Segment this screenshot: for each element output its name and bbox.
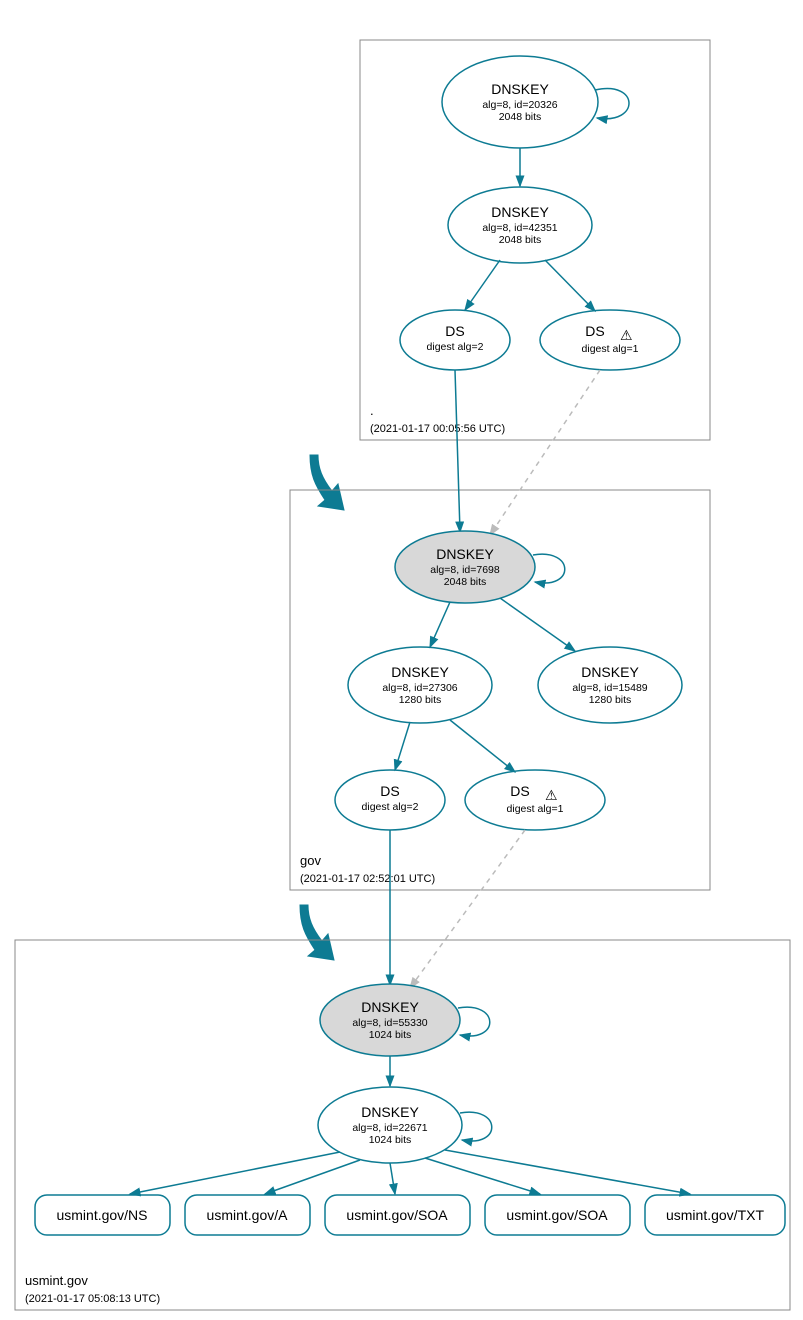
zone-ts-usmint: (2021-01-17 05:08:13 UTC) bbox=[25, 1293, 160, 1305]
edge-rootzsk-ds1 bbox=[545, 260, 595, 311]
zone-ts-root: (2021-01-17 00:05:56 UTC) bbox=[370, 423, 505, 435]
svg-text:alg=8, id=55330: alg=8, id=55330 bbox=[352, 1017, 427, 1029]
svg-text:alg=8, id=7698: alg=8, id=7698 bbox=[430, 564, 500, 576]
record-txt: usmint.gov/TXT bbox=[645, 1195, 785, 1235]
record-soa2: usmint.gov/SOA bbox=[485, 1195, 630, 1235]
svg-text:alg=8, id=22671: alg=8, id=22671 bbox=[352, 1122, 427, 1134]
svg-text:digest alg=2: digest alg=2 bbox=[427, 341, 484, 353]
edge-ds2-govksk bbox=[455, 370, 460, 532]
svg-text:digest alg=1: digest alg=1 bbox=[582, 343, 639, 355]
svg-text:digest alg=2: digest alg=2 bbox=[362, 801, 419, 813]
record-ns: usmint.gov/NS bbox=[35, 1195, 170, 1235]
svg-text:DNSKEY: DNSKEY bbox=[391, 664, 449, 680]
edge-uszsk-txt bbox=[445, 1150, 690, 1194]
node-gov-zsk1: DNSKEY alg=8, id=27306 1280 bits bbox=[348, 647, 492, 723]
edge-uszsk-ns bbox=[130, 1152, 340, 1194]
svg-text:usmint.gov/SOA: usmint.gov/SOA bbox=[346, 1207, 448, 1223]
dnssec-diagram: . (2021-01-17 00:05:56 UTC) DNSKEY alg=8… bbox=[0, 0, 803, 1320]
svg-text:alg=8, id=20326: alg=8, id=20326 bbox=[482, 99, 557, 111]
svg-text:DS: DS bbox=[585, 323, 604, 339]
edge-govzsk1-ds2 bbox=[395, 722, 410, 770]
svg-text:DNSKEY: DNSKEY bbox=[436, 546, 494, 562]
edge-govzsk1-ds1 bbox=[450, 720, 515, 772]
self-loop-root-ksk bbox=[595, 89, 629, 119]
node-root-ds2: DS digest alg=2 bbox=[400, 310, 510, 370]
svg-text:DNSKEY: DNSKEY bbox=[491, 81, 549, 97]
node-root-zsk: DNSKEY alg=8, id=42351 2048 bits bbox=[448, 187, 592, 263]
node-root-ds1: DS ⚠ digest alg=1 bbox=[540, 310, 680, 370]
zone-name-gov: gov bbox=[300, 853, 321, 868]
svg-text:DNSKEY: DNSKEY bbox=[581, 664, 639, 680]
self-loop-gov-ksk bbox=[533, 554, 565, 583]
svg-text:2048 bits: 2048 bits bbox=[499, 111, 542, 123]
svg-text:1280 bits: 1280 bits bbox=[399, 694, 442, 706]
svg-text:alg=8, id=42351: alg=8, id=42351 bbox=[482, 222, 557, 234]
zone-name-root: . bbox=[370, 403, 374, 418]
edge-uszsk-soa1 bbox=[390, 1163, 395, 1194]
svg-text:usmint.gov/NS: usmint.gov/NS bbox=[56, 1207, 147, 1223]
svg-text:DNSKEY: DNSKEY bbox=[361, 999, 419, 1015]
edge-govds1-usksk bbox=[410, 830, 525, 988]
svg-text:DNSKEY: DNSKEY bbox=[491, 204, 549, 220]
zone-name-usmint: usmint.gov bbox=[25, 1273, 88, 1288]
zone-arrow-gov-usmint bbox=[300, 905, 334, 960]
self-loop-us-ksk bbox=[458, 1007, 490, 1036]
edge-rootzsk-ds2 bbox=[465, 260, 500, 310]
svg-text:1280 bits: 1280 bits bbox=[589, 694, 632, 706]
record-a: usmint.gov/A bbox=[185, 1195, 310, 1235]
svg-text:usmint.gov/SOA: usmint.gov/SOA bbox=[506, 1207, 608, 1223]
record-soa1: usmint.gov/SOA bbox=[325, 1195, 470, 1235]
node-gov-ds2: DS digest alg=2 bbox=[335, 770, 445, 830]
node-gov-ksk: DNSKEY alg=8, id=7698 2048 bits bbox=[395, 531, 535, 603]
svg-text:digest alg=1: digest alg=1 bbox=[507, 803, 564, 815]
svg-text:usmint.gov/TXT: usmint.gov/TXT bbox=[666, 1207, 764, 1223]
svg-text:1024 bits: 1024 bits bbox=[369, 1029, 412, 1041]
edge-govksk-zsk1 bbox=[430, 602, 450, 647]
svg-text:alg=8, id=27306: alg=8, id=27306 bbox=[382, 682, 457, 694]
warning-icon: ⚠ bbox=[620, 327, 633, 343]
svg-text:usmint.gov/A: usmint.gov/A bbox=[207, 1207, 289, 1223]
svg-text:1024 bits: 1024 bits bbox=[369, 1134, 412, 1146]
warning-icon: ⚠ bbox=[545, 787, 558, 803]
svg-text:DNSKEY: DNSKEY bbox=[361, 1104, 419, 1120]
edge-uszsk-a bbox=[265, 1160, 360, 1194]
svg-text:alg=8, id=15489: alg=8, id=15489 bbox=[572, 682, 647, 694]
node-us-ksk: DNSKEY alg=8, id=55330 1024 bits bbox=[320, 984, 460, 1056]
zone-arrow-root-gov bbox=[310, 455, 344, 510]
svg-text:DS: DS bbox=[510, 783, 529, 799]
self-loop-us-zsk bbox=[460, 1112, 492, 1141]
node-root-ksk: DNSKEY alg=8, id=20326 2048 bits bbox=[442, 56, 598, 148]
edge-govksk-zsk2 bbox=[500, 598, 575, 651]
node-gov-zsk2: DNSKEY alg=8, id=15489 1280 bits bbox=[538, 647, 682, 723]
svg-text:DS: DS bbox=[380, 783, 399, 799]
svg-text:2048 bits: 2048 bits bbox=[444, 576, 487, 588]
svg-text:DS: DS bbox=[445, 323, 464, 339]
node-gov-ds1: DS ⚠ digest alg=1 bbox=[465, 770, 605, 830]
edge-ds1-govksk bbox=[490, 370, 600, 535]
zone-ts-gov: (2021-01-17 02:52:01 UTC) bbox=[300, 873, 435, 885]
svg-text:2048 bits: 2048 bits bbox=[499, 234, 542, 246]
